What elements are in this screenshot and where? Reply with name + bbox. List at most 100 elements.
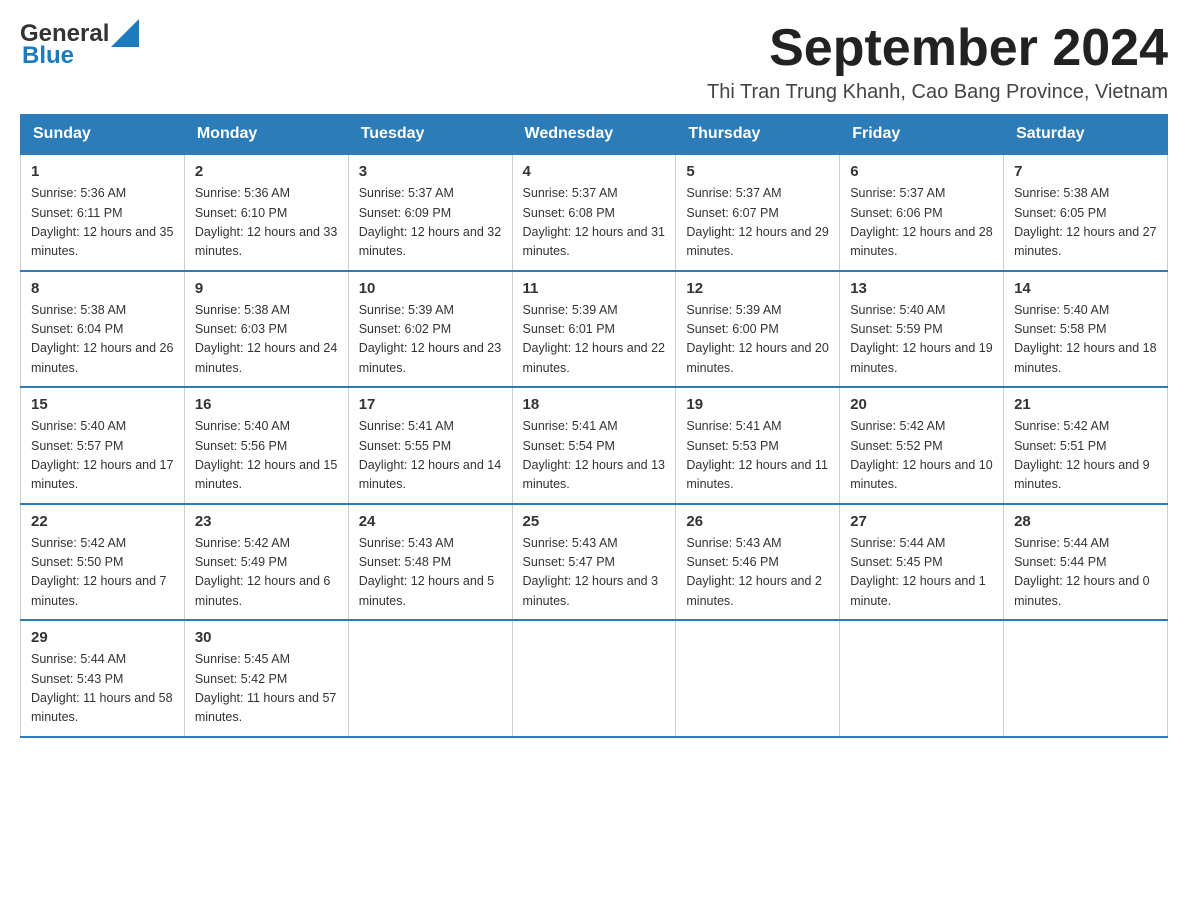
day-info: Sunrise: 5:38 AM Sunset: 6:05 PM Dayligh…: [1014, 184, 1157, 262]
week-row-4: 22 Sunrise: 5:42 AM Sunset: 5:50 PM Dayl…: [21, 504, 1168, 621]
calendar-cell: 5 Sunrise: 5:37 AM Sunset: 6:07 PM Dayli…: [676, 154, 840, 271]
calendar-cell: [512, 620, 676, 737]
week-row-5: 29 Sunrise: 5:44 AM Sunset: 5:43 PM Dayl…: [21, 620, 1168, 737]
day-number: 28: [1014, 513, 1157, 530]
calendar-cell: 22 Sunrise: 5:42 AM Sunset: 5:50 PM Dayl…: [21, 504, 185, 621]
day-info: Sunrise: 5:40 AM Sunset: 5:58 PM Dayligh…: [1014, 301, 1157, 379]
day-number: 14: [1014, 280, 1157, 297]
day-info: Sunrise: 5:37 AM Sunset: 6:08 PM Dayligh…: [523, 184, 666, 262]
day-number: 9: [195, 280, 338, 297]
calendar-cell: 10 Sunrise: 5:39 AM Sunset: 6:02 PM Dayl…: [348, 271, 512, 388]
calendar-cell: 27 Sunrise: 5:44 AM Sunset: 5:45 PM Dayl…: [840, 504, 1004, 621]
day-info: Sunrise: 5:40 AM Sunset: 5:56 PM Dayligh…: [195, 417, 338, 495]
day-number: 29: [31, 629, 174, 646]
calendar-cell: [1004, 620, 1168, 737]
day-info: Sunrise: 5:38 AM Sunset: 6:03 PM Dayligh…: [195, 301, 338, 379]
calendar-cell: 7 Sunrise: 5:38 AM Sunset: 6:05 PM Dayli…: [1004, 154, 1168, 271]
day-info: Sunrise: 5:37 AM Sunset: 6:09 PM Dayligh…: [359, 184, 502, 262]
calendar-cell: [676, 620, 840, 737]
day-info: Sunrise: 5:36 AM Sunset: 6:10 PM Dayligh…: [195, 184, 338, 262]
day-info: Sunrise: 5:37 AM Sunset: 6:06 PM Dayligh…: [850, 184, 993, 262]
calendar-cell: 1 Sunrise: 5:36 AM Sunset: 6:11 PM Dayli…: [21, 154, 185, 271]
calendar-cell: 17 Sunrise: 5:41 AM Sunset: 5:55 PM Dayl…: [348, 387, 512, 504]
day-number: 21: [1014, 396, 1157, 413]
day-info: Sunrise: 5:42 AM Sunset: 5:51 PM Dayligh…: [1014, 417, 1157, 495]
page-header: General Blue September 2024 Thi Tran Tru…: [20, 20, 1168, 104]
week-row-2: 8 Sunrise: 5:38 AM Sunset: 6:04 PM Dayli…: [21, 271, 1168, 388]
weekday-header-friday: Friday: [840, 115, 1004, 155]
day-number: 6: [850, 163, 993, 180]
calendar-cell: 14 Sunrise: 5:40 AM Sunset: 5:58 PM Dayl…: [1004, 271, 1168, 388]
calendar-cell: 26 Sunrise: 5:43 AM Sunset: 5:46 PM Dayl…: [676, 504, 840, 621]
month-title: September 2024: [707, 20, 1168, 77]
calendar-cell: 30 Sunrise: 5:45 AM Sunset: 5:42 PM Dayl…: [184, 620, 348, 737]
day-info: Sunrise: 5:41 AM Sunset: 5:54 PM Dayligh…: [523, 417, 666, 495]
calendar-cell: 19 Sunrise: 5:41 AM Sunset: 5:53 PM Dayl…: [676, 387, 840, 504]
day-info: Sunrise: 5:39 AM Sunset: 6:01 PM Dayligh…: [523, 301, 666, 379]
calendar-cell: 15 Sunrise: 5:40 AM Sunset: 5:57 PM Dayl…: [21, 387, 185, 504]
day-info: Sunrise: 5:42 AM Sunset: 5:49 PM Dayligh…: [195, 534, 338, 612]
calendar-cell: 20 Sunrise: 5:42 AM Sunset: 5:52 PM Dayl…: [840, 387, 1004, 504]
logo-triangle-icon: [111, 19, 139, 47]
day-info: Sunrise: 5:44 AM Sunset: 5:44 PM Dayligh…: [1014, 534, 1157, 612]
day-info: Sunrise: 5:38 AM Sunset: 6:04 PM Dayligh…: [31, 301, 174, 379]
day-info: Sunrise: 5:39 AM Sunset: 6:02 PM Dayligh…: [359, 301, 502, 379]
day-number: 27: [850, 513, 993, 530]
location-subtitle: Thi Tran Trung Khanh, Cao Bang Province,…: [707, 81, 1168, 104]
day-info: Sunrise: 5:36 AM Sunset: 6:11 PM Dayligh…: [31, 184, 174, 262]
day-info: Sunrise: 5:37 AM Sunset: 6:07 PM Dayligh…: [686, 184, 829, 262]
day-number: 2: [195, 163, 338, 180]
day-number: 10: [359, 280, 502, 297]
day-number: 25: [523, 513, 666, 530]
calendar-cell: 24 Sunrise: 5:43 AM Sunset: 5:48 PM Dayl…: [348, 504, 512, 621]
day-number: 12: [686, 280, 829, 297]
day-number: 1: [31, 163, 174, 180]
weekday-header-saturday: Saturday: [1004, 115, 1168, 155]
day-info: Sunrise: 5:40 AM Sunset: 5:57 PM Dayligh…: [31, 417, 174, 495]
calendar-cell: 21 Sunrise: 5:42 AM Sunset: 5:51 PM Dayl…: [1004, 387, 1168, 504]
logo-blue-text: Blue: [22, 42, 74, 70]
calendar-cell: 8 Sunrise: 5:38 AM Sunset: 6:04 PM Dayli…: [21, 271, 185, 388]
calendar-cell: 4 Sunrise: 5:37 AM Sunset: 6:08 PM Dayli…: [512, 154, 676, 271]
day-info: Sunrise: 5:43 AM Sunset: 5:47 PM Dayligh…: [523, 534, 666, 612]
day-number: 22: [31, 513, 174, 530]
calendar-cell: 16 Sunrise: 5:40 AM Sunset: 5:56 PM Dayl…: [184, 387, 348, 504]
calendar-cell: 12 Sunrise: 5:39 AM Sunset: 6:00 PM Dayl…: [676, 271, 840, 388]
day-number: 18: [523, 396, 666, 413]
calendar-cell: 9 Sunrise: 5:38 AM Sunset: 6:03 PM Dayli…: [184, 271, 348, 388]
day-info: Sunrise: 5:42 AM Sunset: 5:52 PM Dayligh…: [850, 417, 993, 495]
day-number: 15: [31, 396, 174, 413]
calendar-cell: 6 Sunrise: 5:37 AM Sunset: 6:06 PM Dayli…: [840, 154, 1004, 271]
day-number: 20: [850, 396, 993, 413]
calendar-cell: 13 Sunrise: 5:40 AM Sunset: 5:59 PM Dayl…: [840, 271, 1004, 388]
calendar-cell: 23 Sunrise: 5:42 AM Sunset: 5:49 PM Dayl…: [184, 504, 348, 621]
day-number: 24: [359, 513, 502, 530]
weekday-header-tuesday: Tuesday: [348, 115, 512, 155]
calendar-cell: 25 Sunrise: 5:43 AM Sunset: 5:47 PM Dayl…: [512, 504, 676, 621]
day-number: 5: [686, 163, 829, 180]
calendar-cell: 28 Sunrise: 5:44 AM Sunset: 5:44 PM Dayl…: [1004, 504, 1168, 621]
title-area: September 2024 Thi Tran Trung Khanh, Cao…: [707, 20, 1168, 104]
day-info: Sunrise: 5:41 AM Sunset: 5:55 PM Dayligh…: [359, 417, 502, 495]
weekday-header-sunday: Sunday: [21, 115, 185, 155]
week-row-1: 1 Sunrise: 5:36 AM Sunset: 6:11 PM Dayli…: [21, 154, 1168, 271]
weekday-header-thursday: Thursday: [676, 115, 840, 155]
day-info: Sunrise: 5:39 AM Sunset: 6:00 PM Dayligh…: [686, 301, 829, 379]
day-number: 4: [523, 163, 666, 180]
calendar-table: SundayMondayTuesdayWednesdayThursdayFrid…: [20, 114, 1168, 738]
calendar-cell: 29 Sunrise: 5:44 AM Sunset: 5:43 PM Dayl…: [21, 620, 185, 737]
calendar-cell: 3 Sunrise: 5:37 AM Sunset: 6:09 PM Dayli…: [348, 154, 512, 271]
day-info: Sunrise: 5:44 AM Sunset: 5:43 PM Dayligh…: [31, 650, 174, 728]
day-number: 11: [523, 280, 666, 297]
calendar-cell: 11 Sunrise: 5:39 AM Sunset: 6:01 PM Dayl…: [512, 271, 676, 388]
day-number: 19: [686, 396, 829, 413]
day-info: Sunrise: 5:44 AM Sunset: 5:45 PM Dayligh…: [850, 534, 993, 612]
calendar-cell: 2 Sunrise: 5:36 AM Sunset: 6:10 PM Dayli…: [184, 154, 348, 271]
day-number: 17: [359, 396, 502, 413]
day-info: Sunrise: 5:45 AM Sunset: 5:42 PM Dayligh…: [195, 650, 338, 728]
weekday-header-wednesday: Wednesday: [512, 115, 676, 155]
day-number: 16: [195, 396, 338, 413]
calendar-cell: [348, 620, 512, 737]
day-info: Sunrise: 5:42 AM Sunset: 5:50 PM Dayligh…: [31, 534, 174, 612]
day-number: 26: [686, 513, 829, 530]
